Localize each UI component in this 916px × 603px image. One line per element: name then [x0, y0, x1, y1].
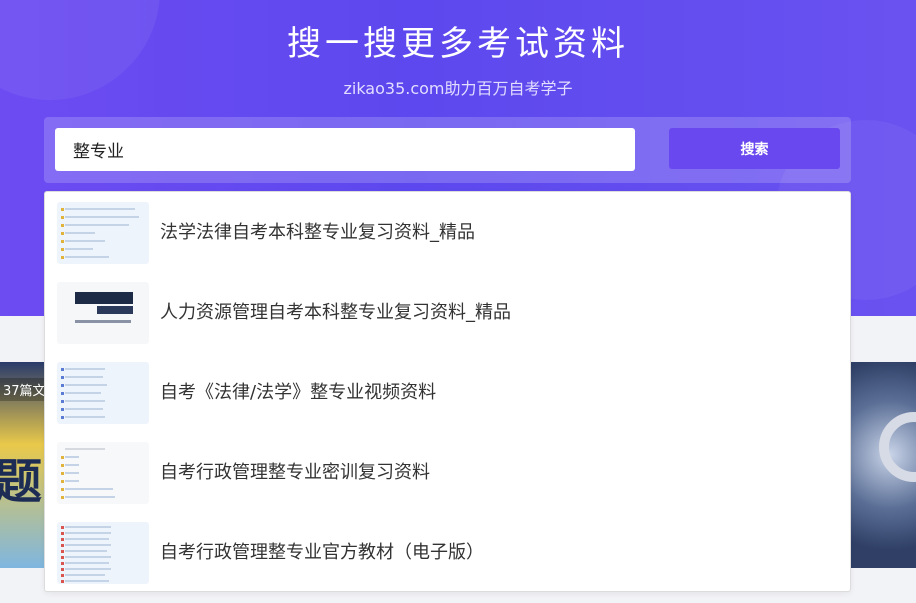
banner-char: 题: [0, 454, 43, 510]
search-bar: 搜索: [44, 117, 851, 183]
search-button[interactable]: 搜索: [669, 128, 840, 169]
file-list-thumbnail-icon: [57, 202, 149, 264]
result-title: 自考《法律/法学》整专业视频资料: [160, 382, 437, 403]
search-suggestions-dropdown: 法学法律自考本科整专业复习资料_精品 人力资源管理自考本科整专业复习资料_精品 …: [44, 191, 851, 592]
result-title: 法学法律自考本科整专业复习资料_精品: [160, 222, 475, 243]
result-title: 自考行政管理整专业官方教材（电子版）: [160, 542, 484, 563]
background-banner-right: [851, 362, 916, 568]
decorative-ring: [879, 412, 916, 482]
search-result-item[interactable]: 自考行政管理整专业密训复习资料: [45, 432, 850, 512]
search-result-item[interactable]: 人力资源管理自考本科整专业复习资料_精品: [45, 272, 850, 352]
search-input[interactable]: [55, 128, 635, 171]
search-result-item[interactable]: 自考《法律/法学》整专业视频资料: [45, 352, 850, 432]
result-title: 人力资源管理自考本科整专业复习资料_精品: [160, 302, 511, 323]
banner-label: 37篇文章: [0, 378, 44, 401]
file-list-thumbnail-icon: [57, 522, 149, 584]
background-banner-left: 37篇文章 题: [0, 362, 44, 568]
hero-title: 搜一搜更多考试资料: [287, 24, 629, 64]
search-result-item[interactable]: 自考行政管理整专业官方教材（电子版）: [45, 512, 850, 592]
hero-subtitle: zikao35.com助力百万自考学子: [343, 79, 573, 98]
result-title: 自考行政管理整专业密训复习资料: [160, 462, 430, 483]
search-result-item[interactable]: 法学法律自考本科整专业复习资料_精品: [45, 192, 850, 272]
file-list-thumbnail-icon: [57, 442, 149, 504]
file-list-thumbnail-icon: [57, 362, 149, 424]
cover-thumbnail-icon: [57, 282, 149, 344]
